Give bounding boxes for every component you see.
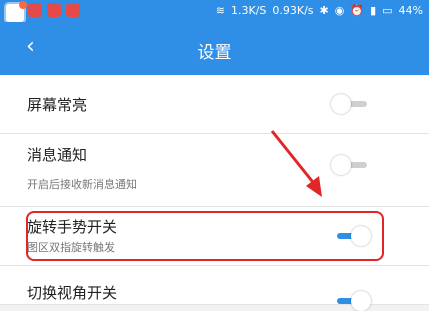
annotation-arrow xyxy=(270,130,322,197)
